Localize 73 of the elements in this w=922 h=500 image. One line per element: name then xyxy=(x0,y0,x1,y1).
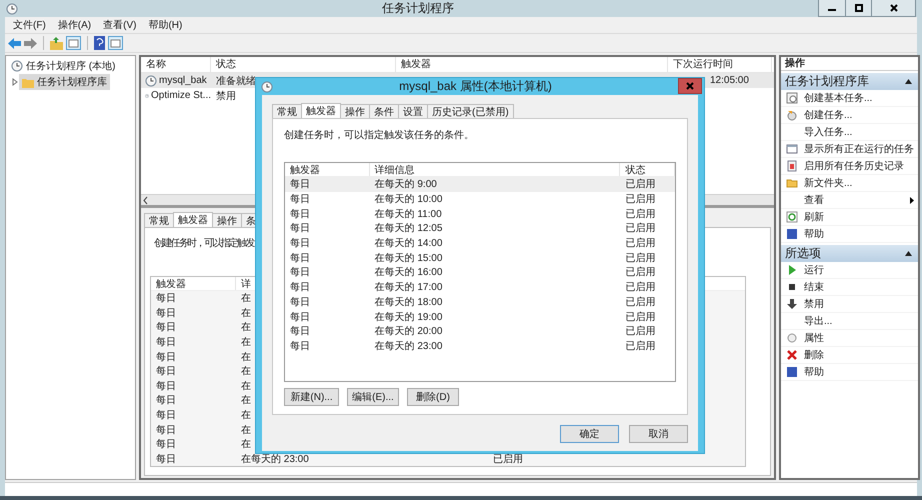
trigger-detail: 在每天的 17:00 xyxy=(374,281,442,294)
description-text: 创建任务时，可以指定触发该任务的条件。 xyxy=(284,128,475,142)
trigger-type: 每日 xyxy=(156,438,176,452)
trigger-detail: 在每天的 18:00 xyxy=(374,296,442,309)
trigger-detail: 在每天的 9:00 xyxy=(374,178,437,192)
description-text: 创建任务时，可以指定触发 xyxy=(154,238,254,249)
trigger-status: 已启用 xyxy=(625,280,656,294)
dialog-title: mysql_bak 属性(本地计算机) xyxy=(398,78,553,95)
trigger-type: 每日 xyxy=(156,306,176,320)
trigger-type: 每日 xyxy=(290,237,310,250)
trigger-type: 每日 xyxy=(156,350,176,364)
next-run-time: 12:05:00 xyxy=(710,75,749,86)
trigger-detail: 在 xyxy=(241,424,251,437)
trigger-status: 已启用 xyxy=(625,178,656,192)
trigger-detail: 在 xyxy=(241,321,251,334)
trigger-detail: 在 xyxy=(241,394,251,408)
trigger-detail: 在每天的 10:00 xyxy=(374,193,442,206)
trigger-detail: 在每天的 23:00 xyxy=(241,452,309,466)
trigger-type: 每日 xyxy=(290,208,310,221)
trigger-detail: 在 xyxy=(241,350,251,364)
trigger-type: 每日 xyxy=(290,252,310,265)
trigger-type: 每日 xyxy=(156,321,176,334)
trigger-type: 每日 xyxy=(156,336,176,350)
section-title: 所选项 xyxy=(785,245,821,262)
window-title: 任务计划程序 xyxy=(381,0,455,17)
trigger-status: 已启用 xyxy=(625,340,656,353)
task-name: mysql_bak xyxy=(159,75,207,86)
trigger-status: 已启用 xyxy=(625,266,656,280)
trigger-status: 已启用 xyxy=(625,222,656,236)
trigger-type: 每日 xyxy=(156,452,176,466)
trigger-type: 每日 xyxy=(290,325,310,338)
trigger-type: 每日 xyxy=(290,310,310,324)
trigger-status: 已启用 xyxy=(625,236,656,250)
trigger-type: 每日 xyxy=(290,281,310,294)
trigger-type: 每日 xyxy=(156,365,176,378)
trigger-type: 每日 xyxy=(156,424,176,437)
task-status: 准备就绪 xyxy=(216,74,256,88)
trigger-type: 每日 xyxy=(290,296,310,309)
task-name: Optimize St... xyxy=(150,90,211,101)
trigger-detail: 在每天的 12:05 xyxy=(374,222,442,236)
trigger-detail: 在 xyxy=(241,336,251,350)
trigger-status: 已启用 xyxy=(625,296,656,309)
trigger-detail: 在每天的 15:00 xyxy=(374,252,442,265)
trigger-type: 每日 xyxy=(290,193,310,206)
trigger-detail: 在 xyxy=(241,306,251,320)
trigger-status: 已启用 xyxy=(625,192,656,206)
trigger-detail: 在每天的 20:00 xyxy=(374,325,442,338)
actions-header: 操作 xyxy=(781,57,918,71)
trigger-status: 已启用 xyxy=(493,452,523,466)
trigger-detail: 在 xyxy=(241,292,251,306)
trigger-detail: 在每天的 16:00 xyxy=(374,266,442,280)
trigger-type: 每日 xyxy=(290,266,310,280)
trigger-type: 每日 xyxy=(290,340,310,353)
trigger-detail: 在 xyxy=(241,409,251,422)
trigger-type: 每日 xyxy=(290,222,310,236)
trigger-status: 已启用 xyxy=(625,324,656,338)
trigger-detail: 在每天的 19:00 xyxy=(374,310,442,324)
trigger-type: 每日 xyxy=(156,380,176,393)
trigger-detail: 在每天的 14:00 xyxy=(374,237,442,250)
trigger-detail: 在每天的 11:00 xyxy=(374,208,442,221)
task-status: 禁用 xyxy=(216,90,236,102)
trigger-type: 每日 xyxy=(156,409,176,422)
trigger-detail: 在 xyxy=(241,438,251,452)
trigger-type: 每日 xyxy=(290,178,310,192)
trigger-status: 已启用 xyxy=(625,310,656,324)
section-title: 任务计划程序库 xyxy=(785,73,869,90)
trigger-detail: 在每天的 23:00 xyxy=(374,340,442,353)
trigger-detail: 在 xyxy=(241,365,251,378)
trigger-type: 每日 xyxy=(156,292,176,306)
trigger-type: 每日 xyxy=(156,394,176,408)
trigger-detail: 在 xyxy=(241,380,251,393)
trigger-status: 已启用 xyxy=(625,208,656,221)
trigger-status: 已启用 xyxy=(625,252,656,265)
